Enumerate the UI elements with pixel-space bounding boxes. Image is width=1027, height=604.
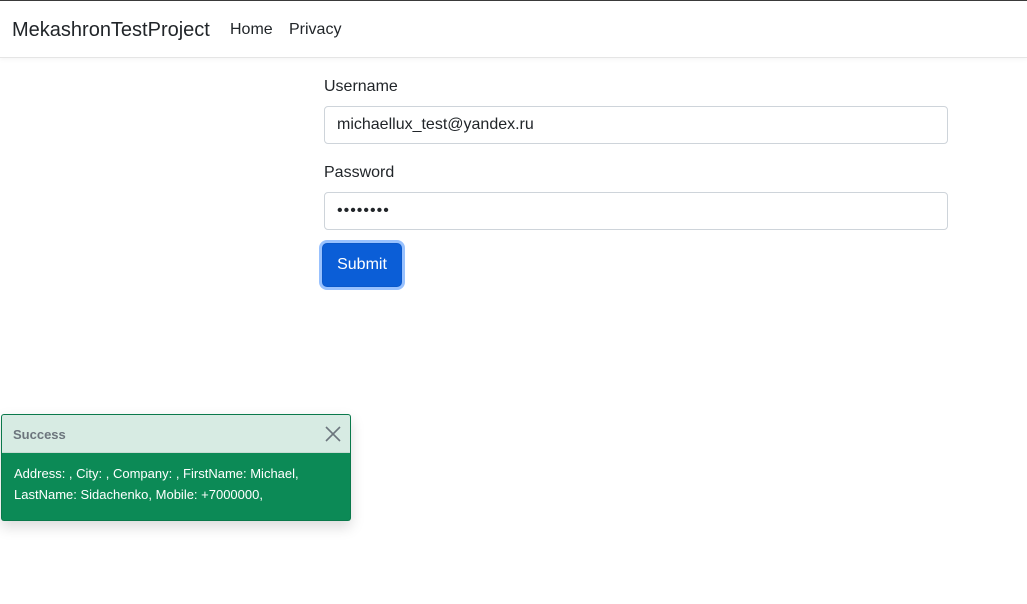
- submit-button[interactable]: Submit: [322, 243, 402, 287]
- username-input[interactable]: [324, 106, 948, 144]
- success-toast: Success Address: , City: , Company: , Fi…: [1, 414, 351, 521]
- nav-link-home[interactable]: Home: [230, 20, 273, 40]
- navbar-brand[interactable]: MekashronTestProject: [12, 18, 210, 42]
- close-icon[interactable]: [324, 425, 342, 443]
- toast-header: Success: [2, 415, 350, 453]
- toast-message: Address: , City: , Company: , FirstName:…: [14, 466, 299, 502]
- password-label: Password: [324, 164, 395, 181]
- toast-title: Success: [13, 427, 66, 442]
- navbar: MekashronTestProject Home Privacy: [0, 1, 1027, 58]
- nav-link-privacy[interactable]: Privacy: [289, 20, 341, 40]
- username-label: Username: [324, 78, 398, 95]
- password-input[interactable]: [324, 192, 948, 230]
